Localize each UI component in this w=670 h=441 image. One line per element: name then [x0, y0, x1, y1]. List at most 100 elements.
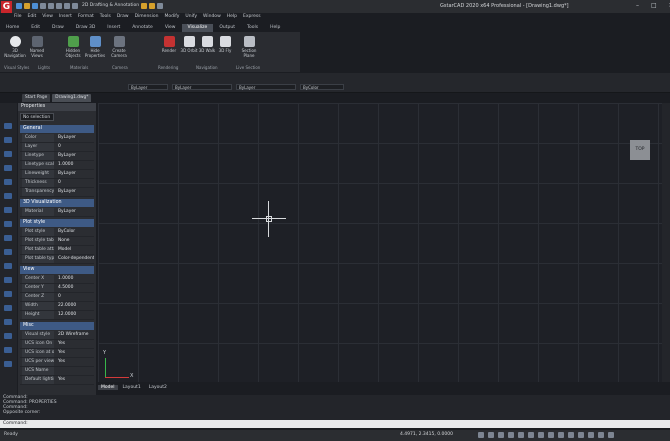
- menu-tools[interactable]: Tools: [100, 14, 111, 19]
- mirror-icon[interactable]: [4, 319, 12, 325]
- match-icon[interactable]: [64, 3, 70, 9]
- redo-icon[interactable]: [56, 3, 62, 9]
- layout-tab-model[interactable]: Model: [98, 384, 118, 390]
- hide-properties-button[interactable]: Hide Properties: [84, 36, 106, 58]
- text-icon[interactable]: [4, 207, 12, 213]
- prop-row[interactable]: Default lightingYes: [20, 376, 94, 385]
- menu-draw[interactable]: Draw: [117, 14, 129, 19]
- model-icon[interactable]: [558, 432, 564, 438]
- prop-row[interactable]: Plot table type Color-dependent: [20, 255, 94, 264]
- settings-icon[interactable]: [157, 3, 164, 9]
- lineweight-icon[interactable]: [538, 432, 544, 438]
- customize-icon[interactable]: [608, 432, 614, 438]
- section-plot-style[interactable]: Plot style: [20, 219, 94, 227]
- 3d-navigation-button[interactable]: 3D Navigation: [4, 36, 26, 58]
- ribbon-tab-view[interactable]: View: [159, 24, 182, 32]
- prop-row[interactable]: UCS icon On Yes: [20, 340, 94, 349]
- prop-row[interactable]: Center X 1.0000: [20, 275, 94, 284]
- grid-icon[interactable]: [488, 432, 494, 438]
- render-button[interactable]: Render: [158, 36, 180, 53]
- scale-icon[interactable]: [4, 263, 12, 269]
- layout-tab-layout1[interactable]: Layout1: [120, 385, 144, 390]
- workspace-icon[interactable]: [578, 432, 584, 438]
- prop-row[interactable]: Plot table attachModel: [20, 246, 94, 255]
- ribbon-tab-insert[interactable]: Insert: [101, 24, 126, 32]
- prop-row[interactable]: Linetype ByLayer: [20, 152, 94, 161]
- doc-tab-start[interactable]: Start Page: [22, 94, 51, 102]
- ribbon-tab-output[interactable]: Output: [213, 24, 241, 32]
- move-icon[interactable]: [4, 221, 12, 227]
- ribbon-tab-draw3d[interactable]: Draw 3D: [70, 24, 102, 32]
- section-misc[interactable]: Misc: [20, 322, 94, 330]
- menu-window[interactable]: Window: [203, 14, 221, 19]
- arc-icon[interactable]: [4, 165, 12, 171]
- undo-icon[interactable]: [48, 3, 54, 9]
- prop-row[interactable]: Center Y 4.5000: [20, 284, 94, 293]
- prop-row[interactable]: Layer 0: [20, 143, 94, 152]
- prop-row[interactable]: Thickness 0: [20, 179, 94, 188]
- line-icon[interactable]: [4, 123, 12, 129]
- polyline-icon[interactable]: [4, 137, 12, 143]
- prop-row[interactable]: UCS Name: [20, 367, 94, 376]
- section-view[interactable]: View: [20, 266, 94, 274]
- menu-edit[interactable]: Edit: [28, 14, 37, 19]
- create-camera-button[interactable]: Create Camera: [108, 36, 130, 58]
- color-combo[interactable]: ByLayer: [128, 84, 168, 90]
- rectangle-icon[interactable]: [4, 179, 12, 185]
- ribbon-tab-edit[interactable]: Edit: [25, 24, 46, 32]
- new-icon[interactable]: [16, 3, 22, 9]
- menu-express[interactable]: Express: [243, 14, 261, 19]
- workspace-switch[interactable]: 2D Drafting & Annotation: [82, 3, 139, 11]
- prop-row[interactable]: Linetype scale 1.0000: [20, 161, 94, 170]
- ribbon-tab-help[interactable]: Help: [264, 24, 286, 32]
- command-input[interactable]: Command:: [0, 420, 670, 428]
- ribbon-tab-home[interactable]: Home: [0, 24, 25, 32]
- open-icon[interactable]: [24, 3, 30, 9]
- snap-icon[interactable]: [478, 432, 484, 438]
- otrack-icon[interactable]: [528, 432, 534, 438]
- drawing-canvas[interactable]: [98, 103, 666, 382]
- prop-row[interactable]: Color ByLayer: [20, 134, 94, 143]
- osnap-icon[interactable]: [518, 432, 524, 438]
- viewcube[interactable]: TOP: [630, 140, 650, 160]
- menu-help[interactable]: Help: [227, 14, 237, 19]
- menu-insert[interactable]: Insert: [59, 14, 72, 19]
- rotate-icon[interactable]: [4, 249, 12, 255]
- prop-row[interactable]: UCS per viewportYes: [20, 358, 94, 367]
- lock-icon[interactable]: [588, 432, 594, 438]
- minimize-button[interactable]: –: [636, 2, 639, 9]
- prop-row[interactable]: Visual style 2D Wireframe: [20, 331, 94, 340]
- ribbon-tab-annotate[interactable]: Annotate: [126, 24, 159, 32]
- layout-tab-layout2[interactable]: Layout2: [146, 385, 170, 390]
- app-logo-icon[interactable]: G: [1, 1, 12, 13]
- fullscreen-icon[interactable]: [598, 432, 604, 438]
- prop-row[interactable]: Material ByLayer: [20, 208, 94, 217]
- fillet-icon[interactable]: [4, 305, 12, 311]
- linetype-combo[interactable]: ByLayer: [172, 84, 232, 90]
- dyn-icon[interactable]: [548, 432, 554, 438]
- menu-file[interactable]: File: [14, 14, 22, 19]
- ribbon-tab-tools[interactable]: Tools: [241, 24, 264, 32]
- named-views-button[interactable]: Named Views: [26, 36, 48, 58]
- layer-icon[interactable]: [141, 3, 148, 9]
- ribbon-tab-visualize[interactable]: Visualize: [181, 24, 214, 32]
- 3d-fly-button[interactable]: 3D Fly: [214, 36, 236, 53]
- prop-row[interactable]: UCS icon at originYes: [20, 349, 94, 358]
- prop-row[interactable]: Plot style tableNone: [20, 237, 94, 246]
- offset-icon[interactable]: [4, 333, 12, 339]
- properties-icon[interactable]: [149, 3, 156, 9]
- prop-row[interactable]: Center Z0: [20, 293, 94, 302]
- explode-icon[interactable]: [4, 361, 12, 367]
- menu-modify[interactable]: Modify: [165, 14, 180, 19]
- menu-unify[interactable]: Unify: [185, 14, 197, 19]
- print-icon[interactable]: [40, 3, 46, 9]
- menu-format[interactable]: Format: [78, 14, 94, 19]
- prop-row[interactable]: Width 22.0000: [20, 302, 94, 311]
- circle-icon[interactable]: [4, 151, 12, 157]
- section-plane-button[interactable]: Section Plane: [238, 36, 260, 58]
- maximize-button[interactable]: □: [651, 2, 657, 9]
- prop-row[interactable]: Lineweight ByLayer: [20, 170, 94, 179]
- section-3d-visualization[interactable]: 3D Visualization: [20, 199, 94, 207]
- plotstyle-combo[interactable]: ByColor: [300, 84, 344, 90]
- extend-icon[interactable]: [4, 291, 12, 297]
